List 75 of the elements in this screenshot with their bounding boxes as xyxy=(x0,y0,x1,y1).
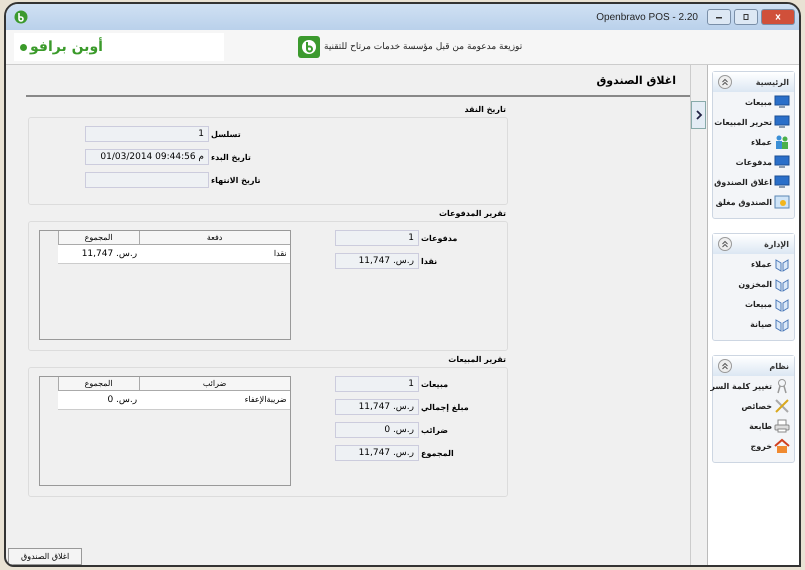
monitor-icon xyxy=(774,94,790,110)
input-field[interactable] xyxy=(85,172,209,188)
field-label: ضرائب xyxy=(421,426,449,434)
group-title: نظام xyxy=(769,362,789,370)
printer-icon xyxy=(774,418,790,434)
column-header: دفعة xyxy=(138,231,290,245)
minimize-button[interactable] xyxy=(707,9,731,25)
monitor-icon xyxy=(774,174,790,190)
sidebar-item[interactable]: مبيعات xyxy=(740,92,794,112)
group-title: الإدارة xyxy=(764,240,789,248)
collapse-button[interactable] xyxy=(718,359,732,373)
collapse-button[interactable] xyxy=(718,75,732,89)
table-cell-text: نقدا xyxy=(272,248,288,260)
table-cell-text: ر.س. 11,747 xyxy=(80,248,138,261)
minimize-icon xyxy=(714,14,724,20)
sidebar-item[interactable]: تغيير كلمة السر xyxy=(706,376,794,396)
table-cell-text: ضريبةالإعفاء xyxy=(244,394,288,406)
section-title: تاريخ النقد xyxy=(463,105,506,114)
column-header: المجموع xyxy=(58,231,139,245)
people-icon xyxy=(774,134,790,150)
double-chevron-up-icon xyxy=(721,78,729,86)
sidebar-item[interactable]: خروج xyxy=(746,436,794,456)
input-field[interactable]: 01/03/2014 09:44:56 م xyxy=(85,149,209,165)
tools-icon xyxy=(774,398,790,414)
sidebar-item[interactable]: مبيعات xyxy=(740,294,794,314)
input-field[interactable]: ر.س. 11,747 xyxy=(335,445,419,461)
input-field[interactable]: ر.س. 0 xyxy=(335,422,419,438)
app-logo-icon xyxy=(14,10,28,24)
brand-logo: أوبن برافو xyxy=(14,33,224,61)
sidebar-item[interactable]: الصندوق مغلق xyxy=(712,192,794,212)
field-label: تاريخ الانتهاء xyxy=(211,176,262,184)
close-icon xyxy=(773,14,783,20)
field-label: مدفوعات xyxy=(421,234,458,242)
sidebar-item[interactable]: طابعة xyxy=(745,416,794,436)
window-title: Openbravo POS - 2.20 xyxy=(596,12,698,22)
sun-window-icon xyxy=(774,194,790,210)
field-label: تسلسل xyxy=(211,130,242,138)
table-cell-text: ر.س. 0 xyxy=(106,394,138,407)
sidebar-item[interactable]: تحرير المبيعات xyxy=(710,112,794,132)
input-field[interactable]: 1 xyxy=(85,126,209,142)
section-title: تقرير المبيعات xyxy=(447,355,506,364)
sidebar-item[interactable]: المخزون xyxy=(734,274,794,294)
collapse-button[interactable] xyxy=(718,237,732,251)
close-cash-button[interactable]: اغلاق الصندوق xyxy=(8,548,82,565)
input-field[interactable]: 1 xyxy=(335,230,419,246)
tagline: توزيعة مدعومة من قبل مؤسسة خدمات مرتاح للتقنية xyxy=(324,42,522,52)
page-title: اغلاق الصندوق xyxy=(596,74,676,86)
group-title: الرئيسية xyxy=(756,78,789,86)
input-field[interactable]: ر.س. 11,747 xyxy=(335,253,419,269)
sidebar-item[interactable]: مدفوعات xyxy=(732,152,794,172)
column-header: ضرائب xyxy=(138,377,290,391)
maximize-button[interactable] xyxy=(734,9,758,25)
field-label: المجموع xyxy=(421,448,455,458)
monitor-icon xyxy=(774,114,790,130)
sidebar-item[interactable]: صيانة xyxy=(746,314,794,334)
house-icon xyxy=(774,438,790,454)
sidebar-item[interactable]: عملاء xyxy=(747,132,794,152)
section-title: تقرير المدفوعات xyxy=(438,209,506,218)
app-logo-icon xyxy=(298,36,320,58)
expand-button[interactable] xyxy=(691,101,706,129)
field-label: نقدا xyxy=(421,256,438,266)
double-chevron-up-icon xyxy=(721,240,729,248)
input-field[interactable]: 1 xyxy=(335,376,419,392)
field-label: تاريخ البدء xyxy=(211,152,252,162)
sidebar-item[interactable]: خصائص xyxy=(737,396,794,416)
field-label: مبيعات xyxy=(421,380,450,388)
input-field[interactable]: ر.س. 11,747 xyxy=(335,399,419,415)
column-header: المجموع xyxy=(58,377,139,391)
field-label: مبلغ إجمالي xyxy=(421,402,470,412)
maximize-icon xyxy=(741,14,751,20)
sidebar-item[interactable]: اغلاق الصندوق xyxy=(710,172,794,192)
sidebar-item[interactable]: عملاء xyxy=(747,254,794,274)
double-chevron-up-icon xyxy=(721,362,729,370)
monitor-icon xyxy=(774,154,790,170)
chevron-right-icon xyxy=(694,109,702,121)
